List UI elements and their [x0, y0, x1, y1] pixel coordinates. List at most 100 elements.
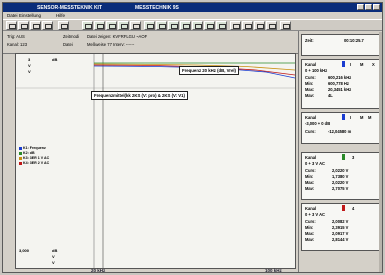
legend-swatch — [19, 156, 22, 160]
stat-value: 2,7075 V — [332, 186, 349, 191]
time-label: Zeit: — [305, 38, 314, 43]
waveform-icon — [171, 24, 178, 29]
save-button[interactable] — [30, 21, 41, 30]
tool-button-10[interactable] — [192, 21, 203, 30]
stat-label: Max: — [305, 180, 315, 185]
stat-label: Mav: — [305, 93, 315, 98]
cursor-tooltip: Frequenzmittel(kk 2KS (V: pro) & 2KS (V:… — [91, 91, 188, 100]
stat-label: Min: — [305, 174, 314, 179]
title-bar: SENSOR-MESSTEKNIK KIT MESSTECHNIK 9S — [3, 3, 382, 12]
channel-range: 0 + 3 V AC — [305, 161, 325, 166]
channel-flag: I — [350, 115, 352, 120]
play-icon — [61, 24, 68, 29]
curve-icon — [85, 24, 92, 29]
channel-status: Kanal: 123 — [7, 42, 28, 47]
y-axis-top-unit-1: V — [28, 63, 31, 68]
tool-button-16[interactable] — [266, 21, 277, 30]
channel-panel-3[interactable]: Kanal 3 0 + 3 V AC Curs: 2,0220 V Min: 1… — [301, 152, 380, 200]
menu-einstellung[interactable]: Einstellung — [19, 13, 41, 18]
stat-value: 20,3451 kHz — [328, 87, 352, 92]
channel-label: Kanal — [305, 155, 317, 160]
waveform-icon — [195, 24, 202, 29]
tool-button-1[interactable] — [82, 21, 93, 30]
tool-button-2[interactable] — [94, 21, 105, 30]
tool-button-4[interactable] — [118, 21, 129, 30]
stat-value: 2,0082 V — [332, 219, 349, 224]
vertical-scrollbar[interactable] — [379, 32, 382, 272]
tool-button-5[interactable] — [130, 21, 141, 30]
grid-icon — [233, 24, 240, 29]
y-axis-top-value: 3 — [28, 57, 31, 62]
tool-button-8[interactable] — [168, 21, 179, 30]
plot-area[interactable]: 3 V V dB 3,000 dB V V Frequenzmittel(kk … — [15, 53, 296, 269]
stat-label: Mav: — [305, 186, 315, 191]
channel-color-swatch — [342, 205, 345, 211]
curve-icon — [109, 24, 116, 29]
channel-flag: M — [360, 115, 364, 120]
close-button[interactable] — [373, 4, 380, 10]
maximize-button[interactable] — [365, 4, 372, 10]
menu-datei[interactable]: Datei — [7, 13, 18, 18]
stat-value: 4L — [328, 93, 333, 98]
tool-button-13[interactable] — [230, 21, 241, 30]
frequency-tooltip: Frequenz 20 kHz (dB, Vrel) — [179, 66, 239, 75]
stat-value: -12,04580 m — [328, 129, 352, 134]
time-value: 00:10:25.7 — [344, 38, 364, 43]
tool-button-15[interactable] — [254, 21, 265, 30]
channel-panel-2[interactable]: Kanal I M M -3,000 + 0 dB Curs: -12,0458… — [301, 112, 380, 144]
app-title: SENSOR-MESSTEKNIK KIT — [37, 5, 103, 11]
open-file-button[interactable] — [18, 21, 29, 30]
stat-value: 600,778 Hz — [328, 81, 349, 86]
trigger-status: Trig: AUS — [7, 34, 25, 39]
stat-value: 2,8144 V — [332, 237, 349, 242]
tool-button-12[interactable] — [216, 21, 227, 30]
stat-label: Curs: — [305, 75, 316, 80]
legend-item-k2: K2: dB — [19, 151, 35, 155]
print-button[interactable] — [42, 21, 53, 30]
x-axis-end-label: 100 kHz — [265, 268, 282, 273]
curve-icon — [133, 24, 140, 29]
waveform-icon — [207, 24, 214, 29]
legend-swatch — [19, 146, 22, 150]
tool-button-3[interactable] — [106, 21, 117, 30]
minimize-button[interactable] — [357, 4, 364, 10]
stat-label: Curs: — [305, 168, 316, 173]
info-header: Trig: AUS Kanal: 123 Zeitmodi Datei Date… — [3, 31, 303, 54]
toolbar — [3, 19, 382, 31]
channel-flag: M — [360, 62, 364, 67]
legend-item-k3: K3: 3ER 1 V AC — [19, 156, 49, 160]
file-display: Datei zeigen: KVFRFLGU ~AOF — [87, 34, 148, 39]
channel-label: Kanal — [305, 206, 317, 211]
stat-label: Curs: — [305, 129, 316, 134]
tool-button-11[interactable] — [204, 21, 215, 30]
channel-flag: X — [372, 62, 375, 67]
tool-button-6[interactable] — [144, 21, 155, 30]
tool-button-14[interactable] — [242, 21, 253, 30]
window-controls — [357, 4, 380, 10]
channel-range: -3,000 + 0 dB — [305, 121, 331, 126]
channel-panel-1[interactable]: Kanal I M X 0 + 100 kHz Curs: 600,216 kH… — [301, 59, 380, 109]
stat-label: Min: — [305, 81, 314, 86]
tool-button-9[interactable] — [180, 21, 191, 30]
new-file-button[interactable] — [6, 21, 17, 30]
print-icon — [45, 24, 52, 29]
grid-icon — [257, 24, 264, 29]
new-file-icon — [9, 24, 16, 29]
grid-icon — [245, 24, 252, 29]
waveform-icon — [183, 24, 190, 29]
file-label: Datei — [63, 42, 73, 47]
channel-panel-4[interactable]: Kanal 4 0 + 3 V AC Curs: 2,0082 V Min: 2… — [301, 203, 380, 251]
tool-button-7[interactable] — [156, 21, 167, 30]
legend-item-k1: K1: Frequenz — [19, 146, 46, 150]
stat-value: 2,3915 V — [332, 225, 349, 230]
menu-hilfe[interactable]: Hilfe — [56, 13, 65, 18]
channel-label: Kanal — [305, 62, 317, 67]
document-title: MESSTECHNIK 9S — [135, 5, 179, 11]
time-mode-label: Zeitmodi — [63, 34, 80, 39]
y-axis-top-unit-2: V — [28, 69, 31, 74]
start-button[interactable] — [58, 21, 69, 30]
channel-sidebar: Zeit: 00:10:25.7 Kanal I M X 0 + 100 kHz… — [298, 31, 382, 272]
channel-range: 0 + 100 kHz — [305, 68, 328, 73]
grid-icon — [269, 24, 276, 29]
help-button[interactable] — [280, 21, 291, 30]
